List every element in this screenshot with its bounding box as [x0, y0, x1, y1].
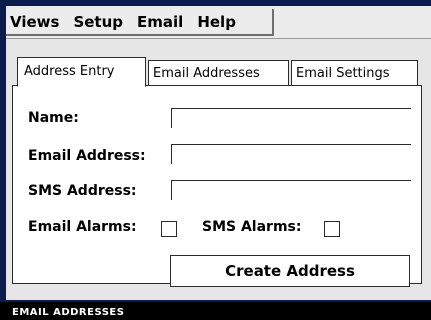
tab-email-addresses[interactable]: Email Addresses [148, 60, 289, 86]
status-text: EMAIL ADDRESSES [12, 307, 125, 318]
email-address-label: Email Address: [28, 148, 146, 164]
sms-alarms-label: SMS Alarms: [202, 219, 302, 235]
menu-email[interactable]: Email [130, 10, 190, 34]
email-alarms-checkbox[interactable] [161, 221, 177, 237]
email-address-field[interactable] [171, 144, 411, 164]
tab-email-settings[interactable]: Email Settings [291, 60, 418, 86]
sms-address-field[interactable] [171, 180, 411, 200]
tab-address-entry[interactable]: Address Entry [17, 57, 146, 87]
name-field[interactable] [171, 108, 411, 128]
create-address-button[interactable]: Create Address [170, 255, 410, 287]
sms-alarms-checkbox[interactable] [324, 221, 340, 237]
name-label: Name: [28, 110, 79, 126]
menu-bar: Views Setup Email Help [6, 6, 431, 39]
sms-address-label: SMS Address: [28, 183, 137, 199]
status-bar: EMAIL ADDRESSES [0, 302, 431, 320]
menu-views[interactable]: Views [6, 10, 66, 34]
app-window: Views Setup Email Help Address Entry Ema… [6, 6, 431, 300]
menu-group: Views Setup Email Help [6, 9, 274, 36]
menu-setup[interactable]: Setup [66, 10, 130, 34]
menu-help[interactable]: Help [190, 10, 243, 34]
email-alarms-label: Email Alarms: [28, 219, 137, 235]
